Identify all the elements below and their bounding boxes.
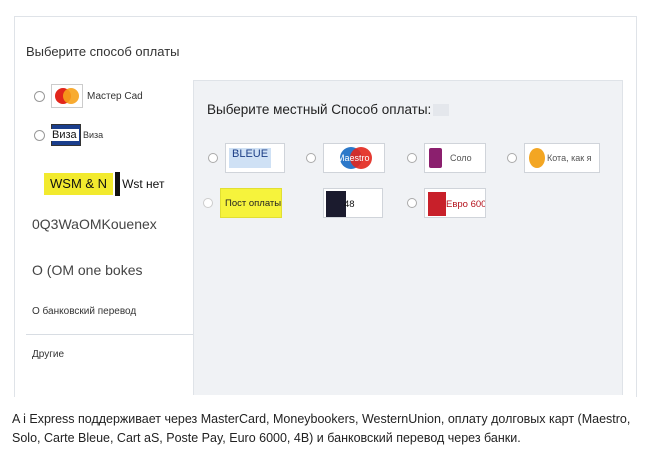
cartasi-radio[interactable]	[507, 153, 517, 163]
postepay-logo: Пост оплаты	[220, 188, 282, 218]
local-payment-panel: Выберите местный Способ оплаты: BLEUE Ma…	[193, 80, 623, 395]
method-carte-bleue[interactable]: BLEUE	[208, 143, 285, 173]
others-label: Другие	[32, 349, 65, 360]
maestro-radio[interactable]	[306, 153, 316, 163]
mastercard-label: Мастер Cad	[87, 90, 143, 102]
payment-method-list: Мастер Cad Виза Виза WSM & N Wst нет 0Q3…	[26, 72, 195, 394]
option-moneybookers[interactable]: 0Q3WaOMKouenex	[26, 216, 157, 232]
blur-mark	[433, 104, 450, 117]
method-euro6000[interactable]: Евро 6000	[407, 188, 486, 218]
mastercard-logo	[51, 84, 83, 108]
method-maestro[interactable]: Maestro	[306, 143, 385, 173]
option-moneybookers-alt[interactable]: O (OM one bokes	[26, 262, 143, 278]
euro6000-label: Евро 6000	[446, 199, 486, 210]
option-mastercard[interactable]: Мастер Cad	[26, 84, 143, 108]
solo-logo: Соло	[424, 143, 486, 173]
method-4b[interactable]: 48	[306, 188, 383, 218]
visa-logo: Виза	[50, 124, 81, 146]
postepay-radio[interactable]	[203, 198, 213, 208]
solo-label: Соло	[450, 153, 472, 163]
option-western-union[interactable]: WSM & N Wst нет	[26, 172, 164, 196]
euro6000-logo: Евро 6000	[424, 188, 486, 218]
method-solo[interactable]: Соло	[407, 143, 486, 173]
western-union-logo-text: WSM & N	[50, 176, 108, 191]
method-cartasi[interactable]: Кота, как я	[507, 143, 600, 173]
caption-text: A i Express поддерживает через MasterCar…	[12, 412, 631, 445]
4b-logo: 48	[323, 188, 383, 218]
option-visa[interactable]: Виза Виза	[26, 124, 103, 146]
carte-bleue-radio[interactable]	[208, 153, 218, 163]
postepay-label: Пост оплаты	[225, 198, 282, 209]
others-tab[interactable]: Другие	[26, 334, 195, 379]
maestro-label: Maestro	[337, 153, 370, 163]
solo-radio[interactable]	[407, 153, 417, 163]
maestro-logo: Maestro	[323, 143, 385, 173]
local-payment-title-text: Выберите местный Способ оплаты:	[207, 102, 432, 117]
moneybookers-label: 0Q3WaOMKouenex	[32, 216, 157, 232]
option-bank-transfer[interactable]: О банковский перевод	[26, 306, 136, 317]
4b-label: 48	[344, 199, 355, 210]
cartasi-label: Кота, как я	[547, 153, 592, 163]
moneybookers-alt-label: O (OM one bokes	[32, 262, 143, 278]
bank-transfer-label: О банковский перевод	[32, 306, 137, 317]
method-postepay[interactable]: Пост оплаты	[203, 188, 282, 218]
carte-bleue-label: BLEUE	[232, 148, 269, 160]
western-union-divider	[115, 172, 121, 196]
western-union-logo: WSM & N	[44, 173, 114, 195]
cartasi-logo: Кота, как я	[524, 143, 600, 173]
mastercard-radio[interactable]	[34, 90, 45, 102]
euro6000-radio[interactable]	[407, 198, 417, 208]
visa-logo-text: Виза	[50, 129, 79, 141]
visa-label: Виза	[83, 130, 104, 140]
page-title: Выберите способ оплаты	[26, 44, 180, 59]
local-payment-title: Выберите местный Способ оплаты:	[207, 102, 450, 117]
western-union-label: Wst нет	[122, 177, 165, 191]
visa-radio[interactable]	[34, 129, 45, 141]
carte-bleue-logo: BLEUE	[225, 143, 285, 173]
